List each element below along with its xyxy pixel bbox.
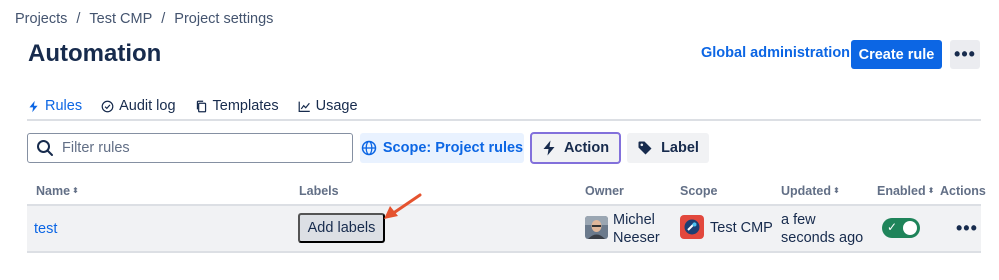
breadcrumb-separator: / [161, 11, 166, 27]
search-icon [37, 140, 53, 156]
column-header-label: Owner [585, 184, 624, 198]
breadcrumb-project-settings[interactable]: Project settings [174, 11, 273, 27]
more-icon: ••• [956, 218, 978, 238]
breadcrumb-separator: / [76, 11, 81, 27]
column-header-updated[interactable]: Updated ⬍ [781, 184, 840, 198]
column-header-scope: Scope [680, 184, 718, 198]
lightning-icon [543, 140, 555, 156]
filter-rules-input[interactable] [62, 140, 322, 156]
scope-project-name: Test CMP [710, 220, 773, 236]
tab-label: Audit log [119, 98, 176, 114]
column-header-label: Name [36, 184, 71, 198]
label-filter-button[interactable]: Label [627, 133, 709, 163]
copy-icon [196, 100, 206, 112]
tab-label: Rules [45, 98, 83, 114]
action-filter-label: Action [563, 140, 610, 156]
rule-name-link[interactable]: test [34, 221, 57, 237]
chart-line-icon [298, 101, 310, 112]
owner-name: Michel Neeser [613, 212, 660, 246]
updated-time: a few seconds ago [781, 212, 864, 246]
toggle-knob [903, 221, 917, 235]
tab-audit-log[interactable]: Audit log [101, 93, 176, 119]
global-administration-link[interactable]: Global administration [701, 45, 850, 61]
action-filter-button[interactable]: Action [530, 132, 621, 164]
annotation-arrow-icon [384, 193, 422, 219]
column-header-actions: Actions [940, 184, 986, 198]
column-header-labels: Labels [299, 184, 339, 198]
table-row-divider [27, 251, 981, 253]
tab-usage[interactable]: Usage [298, 93, 358, 119]
column-header-label: Updated [781, 184, 831, 198]
column-header-label: Enabled [877, 184, 926, 198]
column-header-label: Labels [299, 184, 339, 198]
globe-icon [361, 140, 377, 156]
more-actions-button[interactable]: ••• [950, 40, 980, 69]
add-labels-button[interactable]: Add labels [298, 213, 385, 243]
create-rule-button[interactable]: Create rule [851, 40, 942, 69]
lightning-icon [29, 100, 38, 112]
tab-templates[interactable]: Templates [195, 93, 279, 119]
tab-label: Templates [212, 98, 279, 114]
tab-bar: Rules Audit log Templates Usage [27, 93, 358, 121]
enabled-toggle[interactable]: ✓ [882, 218, 920, 238]
column-header-enabled[interactable]: Enabled ⬍ [877, 184, 934, 198]
filter-rules-field[interactable] [27, 133, 353, 163]
column-header-label: Scope [680, 184, 718, 198]
column-header-label: Actions [940, 184, 986, 198]
scope-filter-button[interactable]: Scope: Project rules [360, 133, 524, 163]
scope-filter-label: Scope: Project rules [382, 140, 524, 156]
tab-rules[interactable]: Rules [27, 93, 83, 121]
page-title: Automation [28, 40, 162, 67]
sort-icon: ⬍ [72, 186, 79, 195]
check-circle-icon [101, 100, 114, 112]
column-header-owner: Owner [585, 184, 624, 198]
project-icon [680, 215, 704, 239]
sort-icon: ⬍ [927, 186, 935, 195]
tabs-divider [27, 119, 981, 121]
tab-label: Usage [315, 98, 358, 114]
breadcrumb-project[interactable]: Test CMP [89, 11, 152, 27]
column-header-name[interactable]: Name ⬍ [36, 184, 79, 198]
row-actions-button[interactable]: ••• [956, 218, 978, 239]
breadcrumb: Projects / Test CMP / Project settings [15, 11, 273, 27]
label-filter-label: Label [661, 140, 699, 156]
tag-icon [638, 141, 652, 155]
breadcrumb-projects[interactable]: Projects [15, 11, 67, 27]
avatar [585, 216, 608, 239]
more-icon: ••• [954, 44, 976, 64]
sort-icon: ⬍ [833, 186, 840, 195]
check-icon: ✓ [887, 220, 898, 234]
